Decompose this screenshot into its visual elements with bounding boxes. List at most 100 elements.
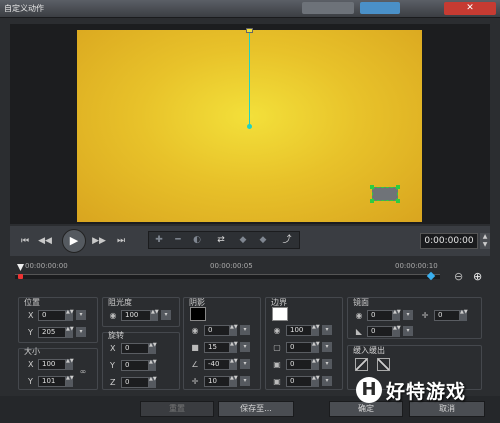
rotation-z-spin[interactable]: ▲▼	[149, 377, 157, 388]
border-softness-spin[interactable]: ▲▼	[312, 376, 320, 387]
anchor-point[interactable]	[247, 124, 252, 129]
corner-handle[interactable]	[370, 199, 374, 203]
shadow-opacity-spin[interactable]: ▲▼	[230, 325, 238, 336]
prev-frame-icon[interactable]: ◀◀	[38, 234, 52, 248]
prev-keyframe-icon[interactable]: ◆	[235, 234, 251, 246]
shadow-opacity-input[interactable]: 0	[204, 325, 230, 336]
play-button[interactable]: ▶	[62, 229, 86, 253]
watermark-logo: H	[356, 377, 382, 403]
swap-icon[interactable]: ⇄	[213, 234, 229, 246]
shadow-angle-dropdown[interactable]: ▾	[240, 359, 250, 369]
size-y-spin[interactable]: ▲▼	[66, 376, 74, 387]
border-blur-input[interactable]: 0	[286, 359, 312, 370]
keyframe-toolbar: ✚ ━ ◐ ⇄ ◆ ◆ ⤴	[148, 231, 300, 249]
border-opacity-input[interactable]: 100	[286, 325, 312, 336]
rotation-y-spin[interactable]: ▲▼	[149, 360, 157, 371]
border-opacity-spin[interactable]: ▲▼	[312, 325, 320, 336]
position-x-input[interactable]: 0	[38, 310, 66, 321]
rotation-y-input[interactable]: 0	[121, 360, 149, 371]
border-width-icon: ▢	[273, 343, 281, 352]
shadow-blur-spin[interactable]: ▲▼	[230, 342, 238, 353]
opacity-spin[interactable]: ▲▼	[151, 310, 159, 321]
link-icon[interactable]: ∞	[78, 367, 88, 377]
shadow-opacity-dropdown[interactable]: ▾	[240, 325, 250, 335]
opacity-icon: ◉	[109, 311, 117, 320]
size-x-input[interactable]: 100	[38, 359, 66, 370]
titlebar-tab-active[interactable]	[360, 2, 400, 14]
shadow-blur-dropdown[interactable]: ▾	[240, 342, 250, 352]
opacity-title: 阻光度	[108, 298, 132, 307]
border-width-spin[interactable]: ▲▼	[312, 342, 320, 353]
top-handle[interactable]	[246, 28, 253, 33]
opacity-input[interactable]: 100	[121, 310, 151, 321]
save-as-button[interactable]: 保存至...	[218, 401, 294, 417]
copy-keyframe-icon[interactable]: ⤴	[279, 234, 295, 246]
border-blur-icon: ▣	[273, 360, 281, 369]
border-blur-spin[interactable]: ▲▼	[312, 359, 320, 370]
corner-handle[interactable]	[396, 199, 400, 203]
go-start-icon[interactable]: ⏮	[18, 234, 32, 248]
border-softness-input[interactable]: 0	[286, 376, 312, 387]
position-y-input[interactable]: 205	[38, 327, 66, 338]
rotation-y-label: Y	[110, 361, 115, 370]
position-y-dropdown[interactable]: ▾	[76, 327, 86, 337]
fade-out-icon[interactable]	[377, 358, 390, 371]
go-end-icon[interactable]: ⏭	[114, 234, 128, 248]
reset-button[interactable]: 重置	[140, 401, 214, 417]
corner-handle[interactable]	[396, 185, 400, 189]
playhead-marker[interactable]	[17, 264, 24, 271]
mirror-offset-input[interactable]: 0	[434, 310, 460, 321]
border-softness-dropdown[interactable]: ▾	[322, 376, 332, 386]
rotation-handle-line	[249, 30, 250, 126]
size-x-spin[interactable]: ▲▼	[66, 359, 74, 370]
titlebar-tab[interactable]	[302, 2, 354, 14]
shadow-color-swatch[interactable]	[190, 307, 206, 321]
border-opacity-dropdown[interactable]: ▾	[322, 325, 332, 335]
opacity-dropdown[interactable]: ▾	[161, 310, 171, 320]
shadow-distance-spin[interactable]: ▲▼	[230, 376, 238, 387]
mirror-fade-spin[interactable]: ▲▼	[393, 326, 401, 337]
next-frame-icon[interactable]: ▶▶	[92, 234, 106, 248]
position-x-dropdown[interactable]: ▾	[76, 310, 86, 320]
selected-object[interactable]	[372, 187, 398, 201]
start-keyframe[interactable]	[18, 274, 23, 279]
mirror-offset-spin[interactable]: ▲▼	[460, 310, 468, 321]
timecode-spinner[interactable]: ▲ ▼	[480, 233, 490, 249]
timecode-display[interactable]: 0:00:00:00	[420, 233, 478, 249]
timeline-track[interactable]	[15, 274, 440, 279]
shadow-angle-spin[interactable]: ▲▼	[230, 359, 238, 370]
close-button[interactable]: ✕	[444, 2, 496, 15]
border-blur-dropdown[interactable]: ▾	[322, 359, 332, 369]
shadow-distance-input[interactable]: 10	[204, 376, 230, 387]
mirror-opacity-spin[interactable]: ▲▼	[393, 310, 401, 321]
shadow-blur-input[interactable]: 15	[204, 342, 230, 353]
remove-keyframe-icon[interactable]: ━	[170, 234, 186, 246]
border-color-swatch[interactable]	[272, 307, 288, 321]
zoom-out-icon[interactable]: ⊖	[454, 270, 463, 283]
position-x-spin[interactable]: ▲▼	[66, 310, 74, 321]
invert-icon[interactable]: ◐	[189, 234, 205, 246]
border-width-dropdown[interactable]: ▾	[322, 342, 332, 352]
position-y-spin[interactable]: ▲▼	[66, 327, 74, 338]
border-opacity-icon: ◉	[273, 326, 281, 335]
add-keyframe-icon[interactable]: ✚	[151, 234, 167, 246]
watermark: H 好特游戏	[356, 376, 496, 404]
corner-handle[interactable]	[370, 185, 374, 189]
border-width-input[interactable]: 0	[286, 342, 312, 353]
next-keyframe-icon[interactable]: ◆	[255, 234, 271, 246]
fade-in-icon[interactable]	[355, 358, 368, 371]
position-x-label: X	[28, 311, 34, 320]
mirror-opacity-dropdown[interactable]: ▾	[403, 310, 413, 320]
shadow-distance-dropdown[interactable]: ▾	[240, 376, 250, 386]
border-softness-icon: ▣	[273, 377, 281, 386]
mirror-fade-input[interactable]: 0	[367, 326, 393, 337]
rotation-x-input[interactable]: 0	[121, 343, 149, 354]
mirror-fade-dropdown[interactable]: ▾	[403, 326, 413, 336]
size-y-input[interactable]: 101	[38, 376, 66, 387]
rotation-x-spin[interactable]: ▲▼	[149, 343, 157, 354]
rotation-z-input[interactable]: 0	[121, 377, 149, 388]
mirror-title: 镜面	[353, 298, 369, 307]
zoom-in-icon[interactable]: ⊕	[473, 270, 482, 283]
shadow-angle-input[interactable]: -40	[204, 359, 230, 370]
mirror-opacity-input[interactable]: 0	[367, 310, 393, 321]
